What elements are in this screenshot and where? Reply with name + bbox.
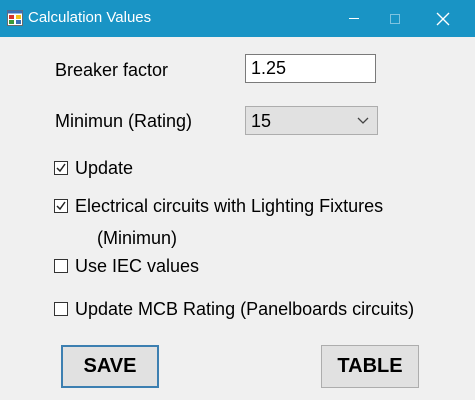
- app-window-icon: [7, 10, 23, 26]
- close-icon: [436, 12, 450, 25]
- checkmark-icon: [56, 163, 66, 173]
- close-button[interactable]: [420, 0, 466, 37]
- iec-values-label: Use IEC values: [75, 255, 200, 276]
- minimize-button[interactable]: [331, 0, 377, 37]
- window-title: Calculation Values: [28, 9, 152, 26]
- iec-values-checkbox-row[interactable]: Use IEC values: [54, 254, 199, 278]
- update-mcb-checkbox[interactable]: [54, 302, 68, 316]
- maximize-icon: [390, 13, 400, 24]
- minimize-icon: [349, 18, 359, 19]
- lighting-fixtures-checkbox[interactable]: [54, 199, 68, 213]
- update-mcb-label: Update MCB Rating (Panelboards circuits): [75, 298, 415, 319]
- minimum-rating-label: Minimun (Rating): [55, 111, 193, 131]
- table-button[interactable]: TABLE: [321, 345, 419, 388]
- checkmark-icon: [56, 201, 66, 211]
- title-bar: Calculation Values: [0, 0, 475, 37]
- save-button[interactable]: SAVE: [61, 345, 159, 388]
- iec-values-checkbox[interactable]: [54, 259, 68, 273]
- chevron-down-icon: [357, 117, 369, 124]
- minimum-rating-value: 15: [251, 111, 272, 131]
- update-checkbox[interactable]: [54, 161, 68, 175]
- breaker-factor-label: Breaker factor: [55, 60, 169, 80]
- minimum-rating-select[interactable]: 15: [245, 106, 378, 135]
- lighting-fixtures-label-line2: (Minimun): [97, 228, 178, 248]
- update-label: Update: [75, 157, 134, 178]
- update-mcb-checkbox-row[interactable]: Update MCB Rating (Panelboards circuits): [54, 297, 414, 321]
- breaker-factor-input[interactable]: [245, 54, 376, 83]
- maximize-button[interactable]: [372, 0, 418, 37]
- lighting-fixtures-label: Electrical circuits with Lighting Fixtur…: [75, 195, 384, 216]
- lighting-fixtures-checkbox-row[interactable]: Electrical circuits with Lighting Fixtur…: [54, 194, 383, 218]
- update-checkbox-row[interactable]: Update: [54, 156, 133, 180]
